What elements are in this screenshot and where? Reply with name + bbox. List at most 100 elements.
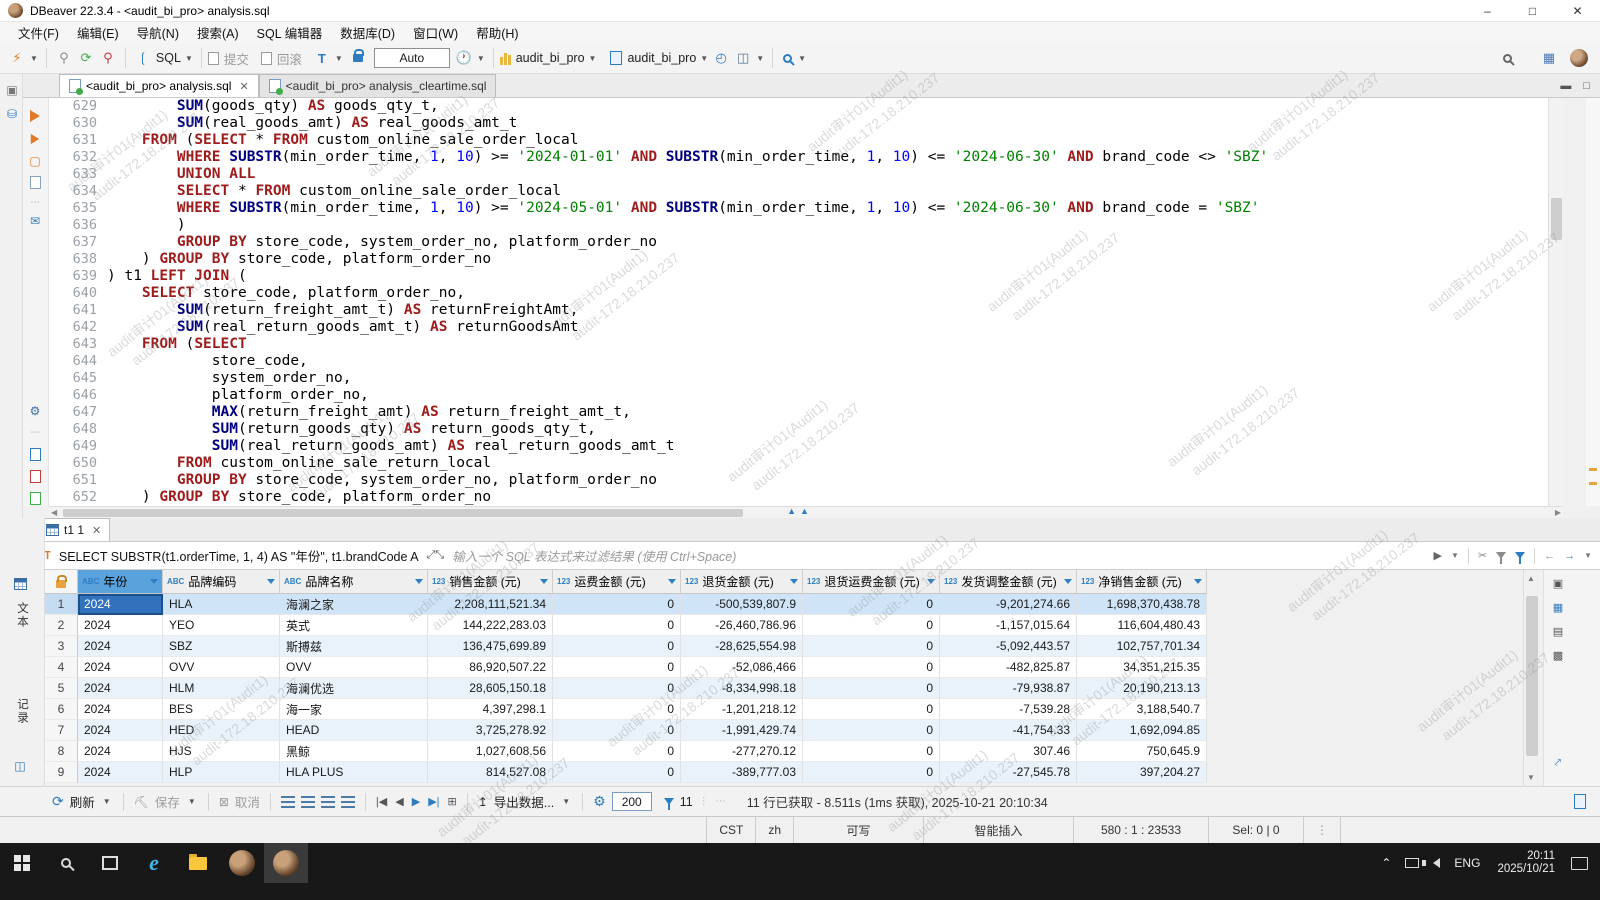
cell-r1-c1[interactable]: 2024 [78, 594, 163, 615]
cell-r9-c2[interactable]: HLP [163, 762, 280, 783]
code-line-635[interactable]: 635 WHERE SUBSTR(min_order_time, 1, 10) … [49, 200, 1548, 217]
notification-center-icon[interactable] [1571, 856, 1588, 870]
results-tab-t1[interactable]: t1 1 ✕ [37, 518, 111, 541]
cell-r4-c6[interactable]: -52,086,466 [681, 657, 803, 678]
cell-r7-c6[interactable]: -1,991,429.74 [681, 720, 803, 741]
network-caret-icon[interactable]: ▼ [756, 54, 764, 63]
reconnect-icon[interactable]: ⟳ [76, 48, 96, 68]
code-line-638[interactable]: 638 ) GROUP BY store_code, platform_orde… [49, 251, 1548, 268]
filters-menu-icon[interactable] [1515, 552, 1526, 564]
close-button[interactable]: ✕ [1555, 0, 1600, 22]
code-line-649[interactable]: 649 SUM(real_return_goods_amt) AS real_r… [49, 438, 1548, 455]
column-header-6[interactable]: 123 退货金额 (元) [681, 570, 803, 594]
copy-result-icon[interactable] [1574, 794, 1586, 809]
ie-browser-button[interactable]: e [132, 843, 176, 883]
cell-r5-c7[interactable]: 0 [803, 678, 940, 699]
cell-r2-c2[interactable]: YEO [163, 615, 280, 636]
cell-r5-c9[interactable]: 20,190,213.13 [1077, 678, 1207, 699]
sql-editor-icon[interactable]: ❲ [133, 48, 153, 68]
panel-splitter-arrows-icon[interactable]: ▲▲ [770, 506, 830, 518]
schema-selector[interactable]: audit_bi_pro [627, 51, 696, 65]
cell-r2-c6[interactable]: -26,460,786.96 [681, 615, 803, 636]
sort-caret-icon[interactable] [415, 579, 423, 584]
cell-r8-c8[interactable]: 307.46 [940, 741, 1077, 762]
goto-row-icon[interactable]: ⊞ [448, 795, 457, 808]
grid-corner-cell[interactable] [45, 570, 78, 594]
record-mode-tab[interactable]: 记录 [14, 698, 30, 725]
cell-r2-c5[interactable]: 0 [553, 615, 681, 636]
dbeaver-app-button[interactable] [220, 843, 264, 883]
cell-r1-c8[interactable]: -9,201,274.66 [940, 594, 1077, 615]
cell-r1-c3[interactable]: 海澜之家 [280, 594, 428, 615]
cell-r6-c7[interactable]: 0 [803, 699, 940, 720]
menu-item-3[interactable]: 导航(N) [129, 21, 187, 44]
grid-vertical-scrollbar[interactable]: ▲ ▼ [1523, 570, 1540, 786]
save-caret-icon[interactable]: ▼ [188, 797, 196, 806]
user-avatar[interactable] [1570, 49, 1588, 67]
code-line-651[interactable]: 651 GROUP BY store_code, system_order_no… [49, 472, 1548, 489]
code-line-646[interactable]: 646 platform_order_no, [49, 387, 1548, 404]
save-to-file-icon[interactable] [27, 446, 43, 462]
dashboard-gauge-icon[interactable]: ◴ [711, 48, 731, 68]
cell-r7-c3[interactable]: HEAD [280, 720, 428, 741]
sql-caret-icon[interactable]: ▼ [185, 54, 193, 63]
tray-chevron-icon[interactable]: ⌃ [1374, 843, 1398, 883]
more-dots2-icon[interactable]: ⋯ [27, 424, 43, 440]
code-line-652[interactable]: 652 ) GROUP BY store_code, platform_orde… [49, 489, 1548, 506]
code-line-647[interactable]: 647 MAX(return_freight_amt) AS return_fr… [49, 404, 1548, 421]
column-header-5[interactable]: 123 运费金额 (元) [553, 570, 681, 594]
cell-r1-c5[interactable]: 0 [553, 594, 681, 615]
cell-r7-c4[interactable]: 3,725,278.92 [428, 720, 553, 741]
perspective-icon[interactable]: ▦ [1539, 48, 1559, 68]
refresh-button[interactable]: 刷新 [70, 792, 95, 811]
add-row-icon[interactable] [280, 795, 295, 808]
results-grid[interactable]: ABC 年份 ABC 品牌编码 ABC 品牌名称 123 销售金额 (元) 123 运费金额 (元… [45, 570, 1207, 783]
duplicate-row-icon[interactable] [300, 795, 315, 808]
cell-r5-c6[interactable]: -8,334,998.18 [681, 678, 803, 699]
cell-r3-c8[interactable]: -5,092,443.57 [940, 636, 1077, 657]
sort-caret-icon[interactable] [1064, 579, 1072, 584]
database-navigator-icon[interactable]: ⛁ [4, 106, 20, 122]
row-number-cell[interactable]: 5 [45, 678, 78, 699]
next-row-icon[interactable]: ▶ [412, 795, 420, 808]
cell-r2-c7[interactable]: 0 [803, 615, 940, 636]
table-row-8[interactable]: 8 2024 HJS 黑鲸 1,027,608.56 0 -277,270.12 0 307.4… [45, 741, 1207, 762]
fetch-size-input[interactable]: 200 [611, 792, 652, 811]
row-number-cell[interactable]: 6 [45, 699, 78, 720]
more-dots-icon[interactable]: ⋯ [27, 194, 43, 210]
task-view-button[interactable] [88, 843, 132, 883]
new-connection-icon[interactable]: ⚡ [7, 48, 27, 68]
start-button[interactable] [0, 843, 44, 883]
cell-r4-c2[interactable]: OVV [163, 657, 280, 678]
row-number-cell[interactable]: 2 [45, 615, 78, 636]
text-presentation-tab[interactable]: 文本 [14, 602, 30, 629]
language-indicator[interactable]: ENG [1447, 843, 1487, 883]
sort-caret-icon[interactable] [790, 579, 798, 584]
database-caret-icon[interactable]: ▼ [589, 54, 597, 63]
code-line-632[interactable]: 632 WHERE SUBSTR(min_order_time, 1, 10) … [49, 149, 1548, 166]
cell-r5-c4[interactable]: 28,605,150.18 [428, 678, 553, 699]
cell-r5-c2[interactable]: HLM [163, 678, 280, 699]
column-header-2[interactable]: ABC 品牌编码 [163, 570, 280, 594]
code-line-630[interactable]: 630 SUM(real_goods_amt) AS real_goods_am… [49, 115, 1548, 132]
calc-panel-icon[interactable]: ▤ [1550, 624, 1566, 638]
cell-r1-c7[interactable]: 0 [803, 594, 940, 615]
cell-r6-c4[interactable]: 4,397,298.1 [428, 699, 553, 720]
code-line-641[interactable]: 641 SUM(return_freight_amt_t) AS returnF… [49, 302, 1548, 319]
menu-item-5[interactable]: SQL 编辑器 [249, 21, 331, 44]
cell-r4-c4[interactable]: 86,920,507.22 [428, 657, 553, 678]
save-button[interactable]: 保存 [155, 792, 180, 811]
menu-item-7[interactable]: 窗口(W) [405, 21, 466, 44]
cell-r9-c6[interactable]: -389,777.03 [681, 762, 803, 783]
metadata-panel-icon[interactable]: ▩ [1550, 648, 1566, 662]
erase-filter-icon[interactable]: ✂ [1478, 549, 1487, 562]
code-line-639[interactable]: 639) t1 LEFT JOIN ( [49, 268, 1548, 285]
database-selector[interactable]: audit_bi_pro [516, 51, 585, 65]
sort-caret-icon[interactable] [540, 579, 548, 584]
cell-r6-c9[interactable]: 3,188,540.7 [1077, 699, 1207, 720]
sql-button-label[interactable]: SQL [156, 51, 181, 65]
row-number-cell[interactable]: 4 [45, 657, 78, 678]
cell-r7-c1[interactable]: 2024 [78, 720, 163, 741]
tab-analysis-cleartime-sql[interactable]: <audit_bi_pro> analysis_cleartime.sql [258, 74, 497, 97]
connect-icon[interactable]: ⚲ [54, 48, 74, 68]
